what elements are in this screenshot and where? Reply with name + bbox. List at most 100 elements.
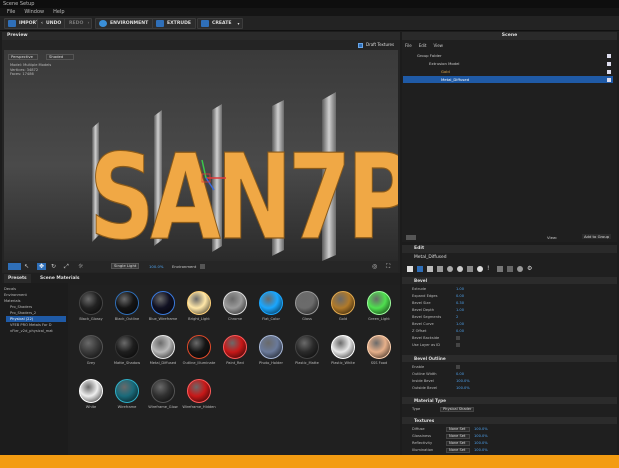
- rotate-tool-icon[interactable]: ↻: [51, 263, 59, 270]
- material-swatch[interactable]: Wireframe_Hidden: [182, 379, 216, 409]
- scale-tool-icon[interactable]: ⤢: [64, 263, 72, 270]
- material-swatch[interactable]: Grey: [74, 335, 108, 365]
- visibility-icon[interactable]: [607, 70, 611, 74]
- light-icon[interactable]: [477, 266, 483, 272]
- material-swatch[interactable]: Wireframe_Glow: [146, 379, 180, 409]
- material-swatch[interactable]: Outline_Illuminate: [182, 335, 216, 365]
- fullscreen-icon[interactable]: ⛶: [386, 263, 390, 270]
- prop-outline-enable[interactable]: Enable: [412, 364, 612, 370]
- scene-menu-view[interactable]: View: [433, 43, 443, 48]
- tex-diffuse[interactable]: Diffuse None Set 100.0%: [412, 426, 612, 432]
- material-type-section-header[interactable]: Material Type: [402, 397, 617, 404]
- select-tool-icon[interactable]: ↖: [24, 263, 32, 270]
- material-swatch[interactable]: Flat_Color: [254, 291, 288, 321]
- 3d-viewport[interactable]: SAN7P Perspective Shaded Model: Multiple…: [4, 50, 398, 261]
- material-swatch[interactable]: Metal_Diffused: [146, 335, 180, 365]
- material-swatch[interactable]: White: [74, 379, 108, 409]
- material-swatch[interactable]: Wireframe: [110, 379, 144, 409]
- undo-button[interactable]: ‹ UNDO: [37, 18, 67, 29]
- bevel-backside-checkbox[interactable]: [456, 336, 460, 340]
- material-type-dropdown[interactable]: Physical Shader: [440, 406, 474, 412]
- prop-expand-edges[interactable]: Expand Edges 0.00: [412, 293, 612, 299]
- prop-extrude[interactable]: Extrude 1.00: [412, 286, 612, 292]
- prop-use-layer-as-id[interactable]: Use Layer as ID: [412, 342, 612, 348]
- prop-value[interactable]: 100.0%: [456, 385, 470, 391]
- outline-section-header[interactable]: Bevel Outline: [402, 355, 617, 362]
- material-swatch[interactable]: Black_Glossy: [74, 291, 108, 321]
- tree-item-metal-diffused[interactable]: Metal_Diffused: [403, 76, 613, 83]
- use-layer-checkbox[interactable]: [456, 343, 460, 347]
- shading-dropdown[interactable]: Shaded: [46, 54, 74, 60]
- camera-reset-icon[interactable]: ◎: [372, 263, 377, 270]
- move-tool-icon[interactable]: ✥: [37, 263, 46, 270]
- texture-slot[interactable]: None Set: [446, 433, 470, 439]
- scene-menu-file[interactable]: File: [405, 43, 412, 48]
- menu-help[interactable]: Help: [53, 8, 64, 16]
- prop-value[interactable]: 100.0%: [474, 426, 488, 432]
- tree-item-extrusion-model[interactable]: Extrusion Model: [403, 60, 613, 67]
- redo-button[interactable]: REDO ›: [64, 18, 93, 29]
- menu-file[interactable]: File: [7, 8, 15, 16]
- visibility-icon[interactable]: [607, 54, 611, 58]
- gear-icon[interactable]: ⚙: [527, 266, 533, 272]
- prop-value[interactable]: 100.0%: [474, 447, 488, 453]
- tree-item-gold[interactable]: Gold: [403, 68, 613, 75]
- prop-value[interactable]: 100.0%: [474, 440, 488, 446]
- bevel-icon[interactable]: [437, 266, 443, 272]
- bevel-section-header[interactable]: Bevel: [402, 277, 617, 284]
- prop-z-offset[interactable]: Z Offset 0.00: [412, 328, 612, 334]
- prop-value[interactable]: 0.30: [456, 300, 464, 306]
- prop-value[interactable]: 100.0%: [474, 433, 488, 439]
- pin-icon[interactable]: !: [487, 266, 493, 272]
- prop-value[interactable]: 0.00: [456, 371, 464, 377]
- material-swatch[interactable]: SSS Food: [362, 335, 396, 365]
- material-swatch[interactable]: Glass: [290, 291, 324, 321]
- folder-icon[interactable]: [406, 235, 416, 240]
- prop-value[interactable]: 0.00: [456, 293, 464, 299]
- globe-small-icon[interactable]: [517, 266, 523, 272]
- prop-bevel-curve[interactable]: Bevel Curve 1.00: [412, 321, 612, 327]
- prop-value[interactable]: 100.0%: [456, 378, 470, 384]
- visibility-icon[interactable]: [607, 78, 611, 82]
- tab-presets[interactable]: Presets: [4, 274, 31, 283]
- camera-tool-icon[interactable]: [8, 263, 21, 270]
- layers-icon[interactable]: [507, 266, 513, 272]
- material-swatch[interactable]: Paint_Red: [218, 335, 252, 365]
- tex-glossiness[interactable]: Glossiness None Set 100.0%: [412, 433, 612, 439]
- tex-illumination[interactable]: Illumination None Set 100.0%: [412, 447, 612, 453]
- prop-value[interactable]: 1.00: [456, 286, 464, 292]
- add-to-group-button[interactable]: Add to Group: [582, 234, 612, 239]
- prop-outside-bevel[interactable]: Outside Bevel 100.0%: [412, 385, 612, 391]
- folder-vfler-physical[interactable]: vFler_v2d_physical_mat: [10, 328, 53, 334]
- material-swatch[interactable]: Gold: [326, 291, 360, 321]
- environment-button[interactable]: ENVIRONMENT: [95, 18, 154, 29]
- prop-value[interactable]: 2: [456, 314, 458, 320]
- prop-bevel-backside[interactable]: Bevel Backside: [412, 335, 612, 341]
- material-sphere-icon[interactable]: [447, 266, 453, 272]
- texture-icon[interactable]: [467, 266, 473, 272]
- lighting-dropdown[interactable]: Single Light: [111, 263, 139, 269]
- layout-icon[interactable]: [417, 266, 423, 272]
- texture-slot[interactable]: None Set: [446, 426, 470, 432]
- prop-value[interactable]: 0.00: [456, 328, 464, 334]
- environment-toggle[interactable]: [200, 264, 205, 269]
- extrude-button[interactable]: EXTRUDE: [152, 18, 197, 29]
- create-button[interactable]: CREATE ▾: [197, 18, 243, 29]
- material-swatch[interactable]: Plastic_White: [326, 335, 360, 365]
- textures-section-header[interactable]: Textures: [402, 417, 617, 424]
- align-icon[interactable]: [427, 266, 433, 272]
- material-swatch[interactable]: Green_Light: [362, 291, 396, 321]
- material-swatch[interactable]: Chrome: [218, 291, 252, 321]
- type-icon[interactable]: [407, 266, 413, 272]
- material-swatch[interactable]: Photo_Holder: [254, 335, 288, 365]
- zoom-level[interactable]: 100.0%: [149, 264, 163, 269]
- texture-slot[interactable]: None Set: [446, 447, 470, 453]
- prop-bevel-depth[interactable]: Bevel Depth 1.00: [412, 307, 612, 313]
- prop-value[interactable]: 1.00: [456, 321, 464, 327]
- menu-window[interactable]: Window: [24, 8, 44, 16]
- prop-bevel-size[interactable]: Bevel Size 0.30: [412, 300, 612, 306]
- prop-bevel-segments[interactable]: Bevel Segments 2: [412, 314, 612, 320]
- material-swatch[interactable]: Plastic_Matte: [290, 335, 324, 365]
- draft-textures-checkbox[interactable]: [358, 43, 363, 48]
- grid-icon[interactable]: [497, 266, 503, 272]
